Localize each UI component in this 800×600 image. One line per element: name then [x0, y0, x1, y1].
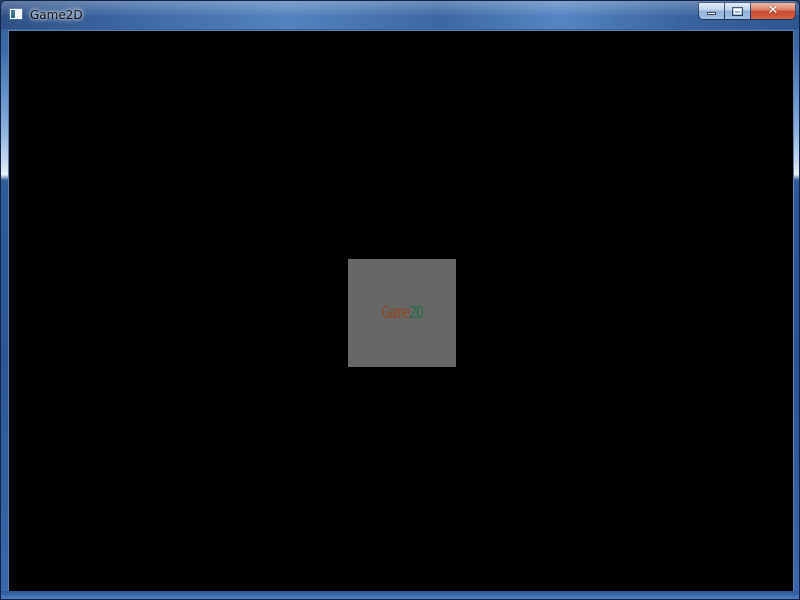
- window-bottom-border: [1, 591, 799, 599]
- game-logo: Game2D: [381, 303, 424, 323]
- window-controls: ✕: [698, 2, 796, 20]
- app-icon[interactable]: [9, 8, 23, 20]
- close-button[interactable]: ✕: [750, 2, 796, 20]
- close-icon: ✕: [767, 3, 779, 18]
- window-title: Game2D: [30, 8, 83, 22]
- maximize-icon: [732, 7, 743, 16]
- maximize-button[interactable]: [724, 2, 750, 20]
- splash-logo-tile: Game2D: [348, 259, 456, 367]
- logo-text-game: Game: [381, 303, 410, 323]
- minimize-button[interactable]: [698, 2, 724, 20]
- title-bar[interactable]: Game2D ✕: [1, 1, 799, 29]
- game-canvas[interactable]: Game2D: [8, 30, 794, 594]
- minimize-icon: [707, 12, 716, 15]
- app-window: Game2D ✕ Game2D: [0, 0, 800, 600]
- logo-text-2d: 2D: [408, 303, 424, 323]
